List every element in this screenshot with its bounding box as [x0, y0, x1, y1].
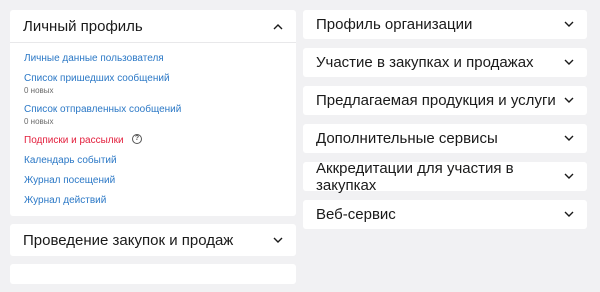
inbox-new-count: 0 новых	[24, 86, 54, 95]
link-calendar[interactable]: Календарь событий	[24, 155, 117, 166]
left-column: Личный профиль Личные данные пользовател…	[10, 10, 296, 292]
help-icon[interactable]: ?	[132, 133, 143, 144]
personal-profile-title: Личный профиль	[23, 17, 143, 35]
section-title: Профиль организации	[316, 16, 473, 33]
section-header[interactable]: Дополнительные сервисы	[303, 124, 587, 153]
sent-new-count: 0 новых	[24, 117, 54, 126]
section-header[interactable]: Предлагаемая продукция и услуги	[303, 86, 587, 115]
link-visit-log[interactable]: Журнал посещений	[24, 175, 115, 186]
section-title: Аккредитации для участия в закупках	[316, 159, 514, 194]
section-header[interactable]: Аккредитации для участия в закупках	[303, 159, 587, 194]
list-item: Список пришедших сообщений 0 новых	[24, 71, 283, 96]
next-panel-edge	[10, 264, 296, 284]
section-organization-profile: Профиль организации	[303, 10, 587, 39]
procurement-panel: Проведение закупок и продаж	[10, 224, 296, 256]
section-participation: Участие в закупках и продажах	[303, 48, 587, 77]
personal-profile-panel: Личный профиль Личные данные пользовател…	[10, 10, 296, 216]
chevron-down-icon[interactable]	[563, 209, 575, 221]
chevron-down-icon[interactable]	[272, 234, 284, 246]
section-products: Предлагаемая продукция и услуги	[303, 86, 587, 115]
chevron-down-icon[interactable]	[563, 133, 575, 145]
chevron-down-icon[interactable]	[563, 95, 575, 107]
section-title: Дополнительные сервисы	[316, 130, 498, 147]
procurement-title: Проведение закупок и продаж	[23, 231, 234, 249]
section-extra-services: Дополнительные сервисы	[303, 124, 587, 153]
link-sent[interactable]: Список отправленных сообщений	[24, 104, 181, 115]
section-title: Веб-сервис	[316, 206, 396, 223]
section-accreditation: Аккредитации для участия в закупках	[303, 159, 587, 194]
procurement-header[interactable]: Проведение закупок и продаж	[10, 224, 296, 256]
section-title: Участие в закупках и продажах	[316, 54, 534, 71]
chevron-up-icon[interactable]	[272, 20, 284, 32]
section-header[interactable]: Веб-сервис	[303, 200, 587, 229]
link-inbox[interactable]: Список пришедших сообщений	[24, 73, 170, 84]
section-header[interactable]: Профиль организации	[303, 10, 587, 39]
link-action-log[interactable]: Журнал действий	[24, 195, 106, 206]
personal-profile-header[interactable]: Личный профиль	[10, 10, 296, 43]
list-item: Журнал действий	[24, 193, 283, 207]
list-item: Подписки и рассылки ?	[24, 133, 283, 147]
list-item: Журнал посещений	[24, 173, 283, 187]
personal-profile-links: Личные данные пользователя Список пришед…	[10, 43, 296, 216]
list-item: Календарь событий	[24, 153, 283, 167]
right-column: Профиль организации Участие в закупках и…	[303, 10, 587, 238]
section-title: Предлагаемая продукция и услуги	[316, 92, 556, 109]
chevron-down-icon[interactable]	[564, 171, 575, 183]
section-header[interactable]: Участие в закупках и продажах	[303, 48, 587, 77]
link-subscriptions[interactable]: Подписки и рассылки	[24, 135, 124, 146]
chevron-down-icon[interactable]	[563, 19, 575, 31]
section-web-service: Веб-сервис	[303, 200, 587, 229]
list-item: Личные данные пользователя	[24, 51, 283, 65]
list-item: Список отправленных сообщений 0 новых	[24, 102, 283, 127]
chevron-down-icon[interactable]	[563, 57, 575, 69]
link-personal-data[interactable]: Личные данные пользователя	[24, 53, 164, 64]
